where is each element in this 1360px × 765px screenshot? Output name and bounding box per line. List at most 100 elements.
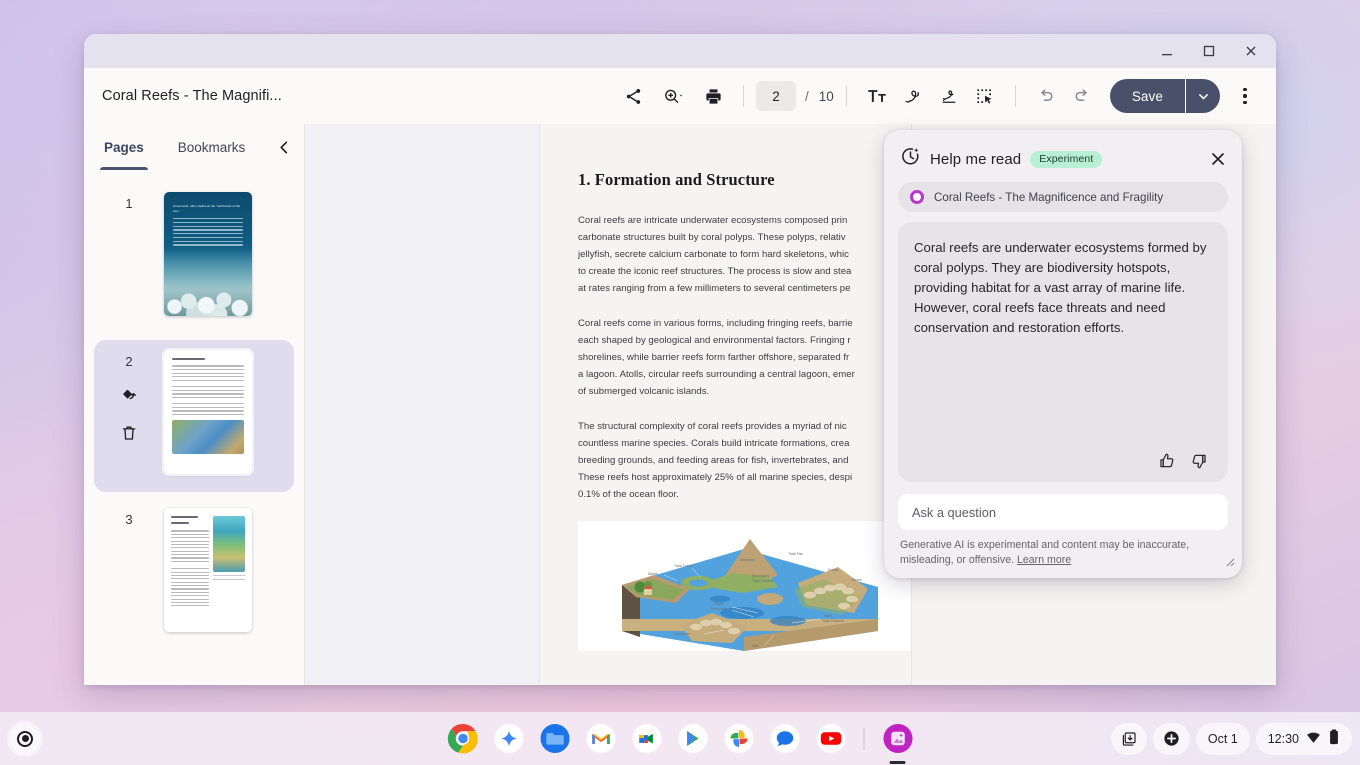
- zoom-in-icon[interactable]: [651, 78, 695, 114]
- page-thumbnail-preview[interactable]: [164, 350, 252, 474]
- learn-more-link[interactable]: Learn more: [1017, 554, 1071, 566]
- page-thumbnail-item-1[interactable]: 1 Coral reefs, often hailed as the "rain…: [94, 182, 294, 334]
- page-gutter: 3: [94, 506, 164, 527]
- status-tray: Oct 1 12:30: [1111, 723, 1352, 755]
- experiment-badge: Experiment: [1030, 151, 1102, 168]
- document-source-icon: [910, 190, 924, 204]
- page-number-input[interactable]: 2: [756, 81, 796, 111]
- chrome-icon[interactable]: [446, 722, 480, 756]
- share-icon[interactable]: [615, 78, 651, 114]
- page-thumbnail-item-3[interactable]: 3: [94, 498, 294, 650]
- thumbnail-caption: Coral reefs, often hailed as the "rainfo…: [173, 204, 243, 213]
- ask-a-question-input[interactable]: Ask a question: [898, 494, 1228, 530]
- draw-annotate-icon[interactable]: [895, 78, 931, 114]
- document-toolbar: Coral Reefs - The Magnifi... 2 /: [84, 68, 1276, 124]
- gallery-icon[interactable]: [881, 722, 915, 756]
- thumbs-up-icon[interactable]: [1158, 452, 1176, 470]
- thumbnail-photo: [213, 516, 245, 572]
- active-tab-indicator: [100, 167, 148, 170]
- rotate-icon[interactable]: [120, 387, 139, 406]
- source-document-chip[interactable]: Coral Reefs - The Magnificence and Fragi…: [898, 182, 1228, 212]
- ai-disclaimer: Generative AI is experimental and conten…: [898, 538, 1228, 568]
- more-dots: [1243, 88, 1247, 105]
- thumbnail-figure: [172, 420, 244, 454]
- add-icon[interactable]: [1153, 723, 1190, 755]
- thumbnail-photo-caption: [213, 579, 245, 580]
- svg-text:Washover: Washover: [674, 632, 691, 636]
- highlight-icon[interactable]: [931, 78, 967, 114]
- launcher-ring: [17, 731, 33, 747]
- page-number-label: 3: [125, 512, 132, 527]
- thumbs-down-icon[interactable]: [1190, 452, 1208, 470]
- svg-text:Tidal Channel: Tidal Channel: [752, 579, 774, 583]
- thumbnail-text-lines: [173, 218, 243, 248]
- page-thumbnail-preview[interactable]: [164, 508, 252, 632]
- thumbnail-heading: [171, 522, 189, 524]
- redo-icon[interactable]: [1064, 78, 1100, 114]
- undo-icon[interactable]: [1028, 78, 1064, 114]
- close-icon[interactable]: [1210, 151, 1226, 167]
- svg-text:Mainland: Mainland: [740, 558, 755, 562]
- toolbar-divider: [846, 85, 847, 107]
- chromeos-shelf: Oct 1 12:30: [0, 712, 1360, 765]
- shelf-divider: [864, 728, 865, 750]
- save-dropdown-chevron-down-icon[interactable]: [1186, 79, 1220, 113]
- thumbnail-heading: [171, 516, 198, 518]
- meet-icon[interactable]: [630, 722, 664, 756]
- resize-handle-icon[interactable]: [1223, 554, 1235, 572]
- messages-icon[interactable]: [768, 722, 802, 756]
- help-me-read-panel: Help me read Experiment Coral Reefs - Th…: [884, 130, 1242, 578]
- thumbnail-text-column: [171, 516, 209, 624]
- chip-label: Coral Reefs - The Magnificence and Fragi…: [934, 191, 1163, 204]
- svg-text:Tidal Delta: Tidal Delta: [710, 607, 727, 611]
- date-pill[interactable]: Oct 1: [1196, 723, 1250, 755]
- pages-sidebar: Pages Bookmarks 1 Coral reefs, often hai…: [84, 124, 305, 685]
- panel-header: Help me read Experiment: [898, 142, 1228, 182]
- thumbnail-coral-art: [164, 249, 252, 316]
- close-window-button[interactable]: [1230, 35, 1272, 67]
- trash-icon[interactable]: [120, 424, 138, 442]
- window-title-bar: [84, 34, 1276, 68]
- toolbar-divider: [743, 85, 744, 107]
- document-paragraph-2: Coral reefs come in various forms, inclu…: [578, 315, 874, 400]
- ai-answer-card: Coral reefs are underwater ecosystems fo…: [898, 222, 1228, 482]
- page-slash: /: [805, 89, 809, 104]
- files-icon[interactable]: [538, 722, 572, 756]
- chevron-left-icon[interactable]: [277, 140, 292, 155]
- svg-text:Tidal Channel: Tidal Channel: [822, 619, 844, 623]
- system-tray-pill[interactable]: 12:30: [1256, 723, 1352, 755]
- document-page-2[interactable]: 1. Formation and Structure Coral reefs a…: [540, 124, 912, 685]
- gmail-icon[interactable]: [584, 722, 618, 756]
- tab-bookmarks[interactable]: Bookmarks: [174, 140, 250, 155]
- svg-text:Beach: Beach: [852, 578, 862, 582]
- photos-icon[interactable]: [722, 722, 756, 756]
- document-paragraph-3: The structural complexity of coral reefs…: [578, 418, 874, 503]
- feedback-controls: [914, 452, 1212, 474]
- youtube-icon[interactable]: [814, 722, 848, 756]
- print-icon[interactable]: [695, 78, 731, 114]
- play-store-icon[interactable]: [676, 722, 710, 756]
- thumbnail-paragraph: [172, 386, 244, 398]
- thumbnail-paragraph: [172, 365, 244, 381]
- launcher-icon[interactable]: [10, 724, 40, 754]
- shelf-app-icons: [446, 722, 915, 756]
- more-vertical-icon[interactable]: [1228, 79, 1262, 113]
- help-me-read-icon: [900, 146, 921, 172]
- minimize-window-button[interactable]: [1146, 35, 1188, 67]
- area-select-icon[interactable]: [967, 78, 1003, 114]
- page-heading: 1. Formation and Structure: [578, 170, 874, 190]
- tab-pages[interactable]: Pages: [100, 140, 148, 155]
- page-thumbnail-list[interactable]: 1 Coral reefs, often hailed as the "rain…: [84, 170, 304, 685]
- text-format-icon[interactable]: [859, 78, 895, 114]
- save-button[interactable]: Save: [1110, 79, 1185, 113]
- screen-capture-icon[interactable]: [1111, 723, 1147, 755]
- svg-text:Main: Main: [824, 614, 832, 618]
- svg-text:Marsh: Marsh: [648, 572, 658, 576]
- gemini-icon[interactable]: [492, 722, 526, 756]
- maximize-window-button[interactable]: [1188, 35, 1230, 67]
- page-thumbnail-preview[interactable]: Coral reefs, often hailed as the "rainfo…: [164, 192, 252, 316]
- page-thumbnail-item-2[interactable]: 2: [94, 340, 294, 492]
- time-label: 12:30: [1268, 732, 1299, 746]
- toolbar-divider: [1015, 85, 1016, 107]
- svg-text:Flood: Flood: [714, 602, 723, 606]
